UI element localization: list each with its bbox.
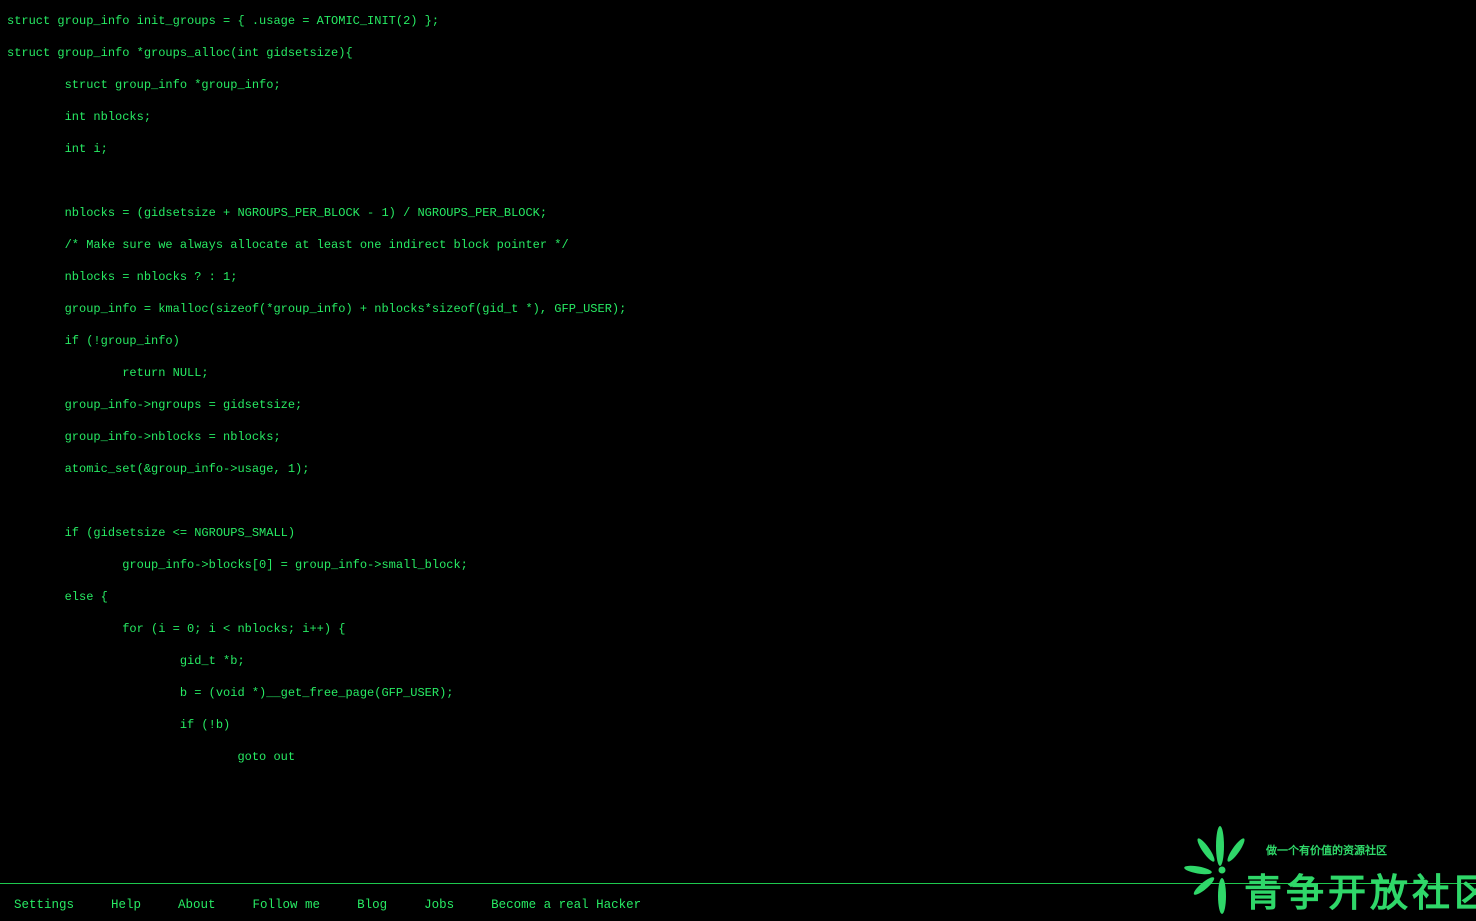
code-line: group_info = kmalloc(sizeof(*group_info)…: [7, 302, 627, 316]
code-line: struct group_info *groups_alloc(int gids…: [7, 46, 353, 60]
watermark-name: 青争开放社区: [1244, 871, 1476, 915]
code-line: return NULL;: [7, 366, 209, 380]
code-line: int nblocks;: [7, 110, 152, 124]
menu: Settings Help About Follow me Blog Jobs Become…: [14, 896, 678, 914]
code-line: b = (void *)__get_free_page(GFP_USER);: [7, 686, 454, 700]
code-line: if (gidsetsize <= NGROUPS_SMALL): [7, 526, 296, 540]
code-line: /* Make sure we always allocate at least…: [7, 238, 569, 252]
code-line: group_info->blocks[0] = group_info->smal…: [7, 558, 468, 572]
code-line: struct group_info *group_info;: [7, 78, 281, 92]
code-line: nblocks = (gidsetsize + NGROUPS_PER_BLOC…: [7, 206, 548, 220]
menu-item-follow-me[interactable]: Follow me: [253, 898, 321, 912]
code-line: group_info->ngroups = gidsetsize;: [7, 398, 303, 412]
code-line: int i;: [7, 142, 108, 156]
menu-item-help[interactable]: Help: [111, 898, 141, 912]
menu-item-settings[interactable]: Settings: [14, 898, 74, 912]
menu-item-jobs[interactable]: Jobs: [424, 898, 454, 912]
code-line: nblocks = nblocks ? : 1;: [7, 270, 238, 284]
code-line: atomic_set(&group_info->usage, 1);: [7, 462, 310, 476]
code-line: struct group_info init_groups = { .usage…: [7, 14, 440, 28]
code-line: gid_t *b;: [7, 654, 245, 668]
code-line: else {: [7, 590, 108, 604]
code-line: if (!b): [7, 718, 231, 732]
code-line: for (i = 0; i < nblocks; i++) {: [7, 622, 346, 636]
code-line: group_info->nblocks = nblocks;: [7, 430, 281, 444]
menu-item-blog[interactable]: Blog: [357, 898, 387, 912]
code-display: struct group_info init_groups = { .usage…: [7, 5, 1107, 865]
watermark-tagline: 做一个有价值的资源社区: [1266, 844, 1387, 857]
menu-item-become-hacker[interactable]: Become a real Hacker: [491, 898, 641, 912]
code-line: goto out: [7, 750, 296, 764]
watermark: 做一个有价值的资源社区 青争开放社区: [1180, 824, 1476, 918]
code-line: if (!group_info): [7, 334, 180, 348]
menu-item-about[interactable]: About: [178, 898, 216, 912]
